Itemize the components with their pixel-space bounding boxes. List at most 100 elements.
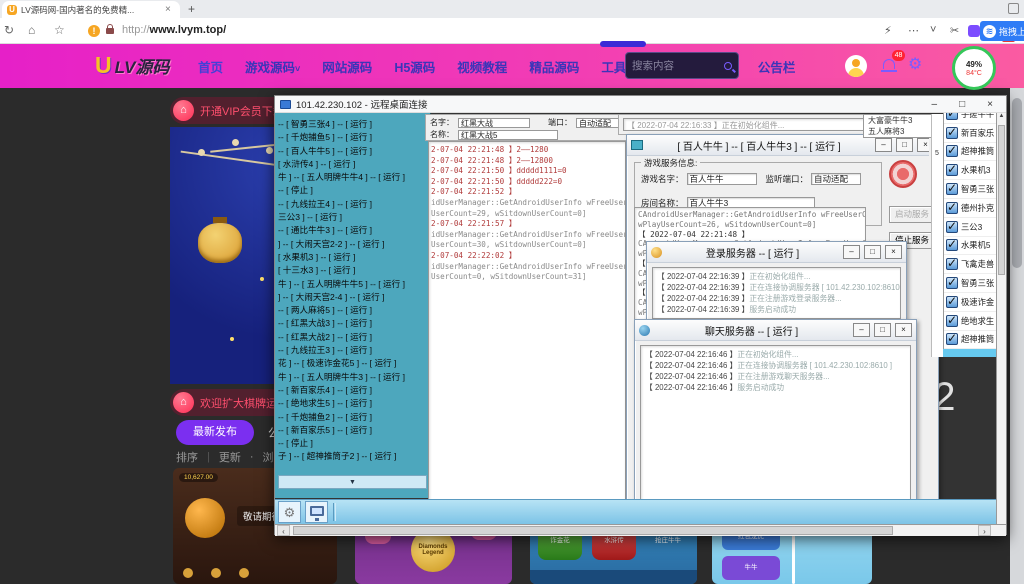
game-row[interactable]: ✓ 三公3 bbox=[944, 218, 1001, 237]
check-icon[interactable]: ✓ bbox=[946, 183, 958, 195]
rdp-titlebar[interactable]: 101.42.230.102 - 远程桌面连接 – □ × bbox=[275, 96, 1006, 113]
taskbar-rdp-icon[interactable] bbox=[305, 501, 328, 523]
nav-item[interactable]: 网站源码 bbox=[322, 57, 372, 76]
nav-item[interactable]: 精品源码 bbox=[529, 57, 579, 76]
game-row[interactable]: ✓ 德州扑克 bbox=[944, 199, 1001, 218]
clipboard-extension-icon[interactable] bbox=[1008, 3, 1019, 14]
refresh-icon[interactable]: ↻ bbox=[4, 23, 14, 37]
notification-bell[interactable]: 48 bbox=[880, 56, 898, 74]
monitor-icon bbox=[310, 506, 324, 516]
home-icon[interactable]: ⌂ bbox=[28, 23, 35, 37]
check-icon[interactable]: ✓ bbox=[946, 164, 958, 176]
vscroll-thumb[interactable] bbox=[998, 125, 1005, 275]
nav-item[interactable]: 视频教程 bbox=[457, 57, 507, 76]
rdp-horizontal-scrollbar[interactable]: ‹ › bbox=[275, 524, 1006, 536]
site-logo[interactable]: U LV源码 bbox=[95, 52, 169, 79]
console-log-line: ] -- [ 大闹天宫2-4 ] -- [ 运行 ] bbox=[275, 291, 430, 304]
site-search-box[interactable] bbox=[625, 52, 739, 79]
login-window-titlebar[interactable]: 登录服务器 -- [ 运行 ] – □ × bbox=[647, 242, 906, 263]
game-row[interactable]: ✓ 超神推筒 bbox=[944, 143, 1001, 162]
url-field[interactable]: http://www.lvym.top/ bbox=[122, 24, 226, 36]
search-icon[interactable] bbox=[724, 62, 732, 70]
log-line: idUserManager::GetAndroidUserInfo wFreeU… bbox=[431, 262, 623, 273]
close-button[interactable]: × bbox=[885, 245, 902, 259]
check-icon[interactable]: ✓ bbox=[946, 145, 958, 157]
game-row[interactable]: ✓ 超神推筒 bbox=[944, 331, 1001, 350]
more-icon[interactable]: ⋯ bbox=[908, 24, 919, 37]
maximize-button[interactable]: □ bbox=[874, 323, 891, 337]
rdp-icon bbox=[280, 100, 291, 109]
nav-item[interactable]: H5源码 bbox=[394, 57, 435, 76]
close-icon[interactable]: × bbox=[987, 99, 993, 110]
lightning-extension-icon[interactable]: ⚡ bbox=[884, 24, 892, 37]
game-row[interactable]: ✓ 绝地求生 bbox=[944, 312, 1001, 331]
game-row[interactable]: ✓ 新百家乐 bbox=[944, 124, 1001, 143]
close-button[interactable]: × bbox=[895, 323, 912, 337]
battery-percent: 49 bbox=[966, 60, 975, 69]
console-log-line: -- [ 千炮捕鱼5 ] -- [ 运行 ] bbox=[275, 131, 430, 144]
page-scrollbar[interactable] bbox=[1010, 88, 1024, 584]
not-secure-shield-icon[interactable]: ! bbox=[88, 25, 100, 37]
page-scrollbar-thumb[interactable] bbox=[1012, 98, 1022, 268]
nav-item[interactable]: 公告栏 bbox=[758, 57, 796, 76]
nav-item[interactable]: 首页 bbox=[198, 57, 223, 76]
chevron-down-icon[interactable]: ˅ bbox=[930, 24, 936, 36]
start-service-button[interactable]: 启动服务 bbox=[889, 206, 935, 223]
maximize-button[interactable]: □ bbox=[896, 138, 913, 152]
minimize-button[interactable]: – bbox=[853, 323, 870, 337]
taskbar-gear-icon[interactable]: ⚙ bbox=[278, 501, 301, 523]
hscroll-thumb[interactable] bbox=[293, 526, 893, 535]
maximize-icon[interactable]: □ bbox=[959, 99, 965, 110]
game-row[interactable]: ✓ 飞禽走兽 bbox=[944, 255, 1001, 274]
maximize-button[interactable]: □ bbox=[864, 245, 881, 259]
listen-port-input[interactable]: 自动适配 bbox=[811, 173, 861, 185]
scroll-left-icon[interactable]: ‹ bbox=[277, 525, 290, 536]
game-row[interactable]: ✓ 极速诈金 bbox=[944, 293, 1001, 312]
check-icon[interactable]: ✓ bbox=[946, 202, 958, 214]
rdp-vertical-scrollbar[interactable]: ▲ bbox=[996, 113, 1006, 524]
sort-option-update[interactable]: 更新 bbox=[219, 449, 241, 465]
check-icon[interactable]: ✓ bbox=[946, 333, 958, 345]
browser-tab[interactable]: U LV源码网-国内著名的免费精... × bbox=[2, 1, 180, 18]
log-line: idUserManager::GetAndroidUserInfo wFreeU… bbox=[431, 198, 623, 209]
tab-latest-releases[interactable]: 最新发布 bbox=[176, 420, 254, 445]
check-icon[interactable]: ✓ bbox=[946, 258, 958, 270]
check-icon[interactable]: ✓ bbox=[946, 127, 958, 139]
insecure-lock-icon[interactable] bbox=[106, 28, 114, 34]
scroll-up-icon[interactable]: ▲ bbox=[999, 113, 1005, 119]
tab-close-icon[interactable]: × bbox=[165, 4, 171, 15]
search-input[interactable] bbox=[632, 60, 724, 72]
check-icon[interactable]: ✓ bbox=[946, 315, 958, 327]
game-row[interactable]: ✓ 水果机5 bbox=[944, 237, 1001, 256]
new-tab-button[interactable]: + bbox=[188, 2, 195, 16]
backwindow-log: 2-07-04 22:21:48 】2——12802-07-04 22:21:4… bbox=[428, 141, 626, 519]
game-name-field[interactable]: 红黑大战 bbox=[458, 118, 530, 128]
minimize-button[interactable]: – bbox=[875, 138, 892, 152]
game-row[interactable]: ✓ 智勇三张 bbox=[944, 274, 1001, 293]
game-name-input[interactable]: 百人牛牛 bbox=[687, 173, 757, 185]
nav-item[interactable]: 游戏源码˅ bbox=[245, 57, 300, 76]
minimize-button[interactable]: – bbox=[843, 245, 860, 259]
log-line: 【 2022-07-04 22:16:39 】正在连接协调服务器 [ 101.4… bbox=[657, 282, 896, 293]
game-row[interactable]: ✓ 手搓牛牛 bbox=[944, 113, 1001, 124]
scroll-right-icon[interactable]: › bbox=[978, 525, 991, 536]
avatar[interactable] bbox=[845, 55, 867, 77]
settings-gear-icon[interactable]: ⚙ bbox=[908, 54, 922, 74]
purple-extension-icon[interactable] bbox=[968, 25, 980, 37]
bookmark-star-icon[interactable]: ☆ bbox=[54, 23, 65, 37]
check-icon[interactable]: ✓ bbox=[946, 296, 958, 308]
check-icon[interactable]: ✓ bbox=[946, 221, 958, 233]
console-dropdown[interactable]: ▼ bbox=[278, 475, 427, 489]
game-window-titlebar[interactable]: [ 百人牛牛 ] -- [ 百人牛牛3 ] -- [ 运行 ] – □ × bbox=[627, 135, 938, 156]
chat-window-log: 【 2022-07-04 22:16:46 】正在初始化组件...【 2022-… bbox=[640, 345, 911, 509]
chat-window-titlebar[interactable]: 聊天服务器 -- [ 运行 ] – □ × bbox=[635, 320, 916, 341]
scissors-extension-icon[interactable]: ✂ bbox=[950, 24, 959, 37]
check-icon[interactable]: ✓ bbox=[946, 277, 958, 289]
game-row[interactable]: ✓ 智勇三张 bbox=[944, 180, 1001, 199]
game-row[interactable]: ✓ 水果机3 bbox=[944, 161, 1001, 180]
room-name-field[interactable]: 红黑大战5 bbox=[458, 130, 558, 140]
lanzou-drag-upload-tooltip[interactable]: ≋ 拖拽上传 bbox=[980, 21, 1024, 41]
minimize-icon[interactable]: – bbox=[932, 99, 938, 110]
check-icon[interactable]: ✓ bbox=[946, 113, 958, 120]
check-icon[interactable]: ✓ bbox=[946, 239, 958, 251]
